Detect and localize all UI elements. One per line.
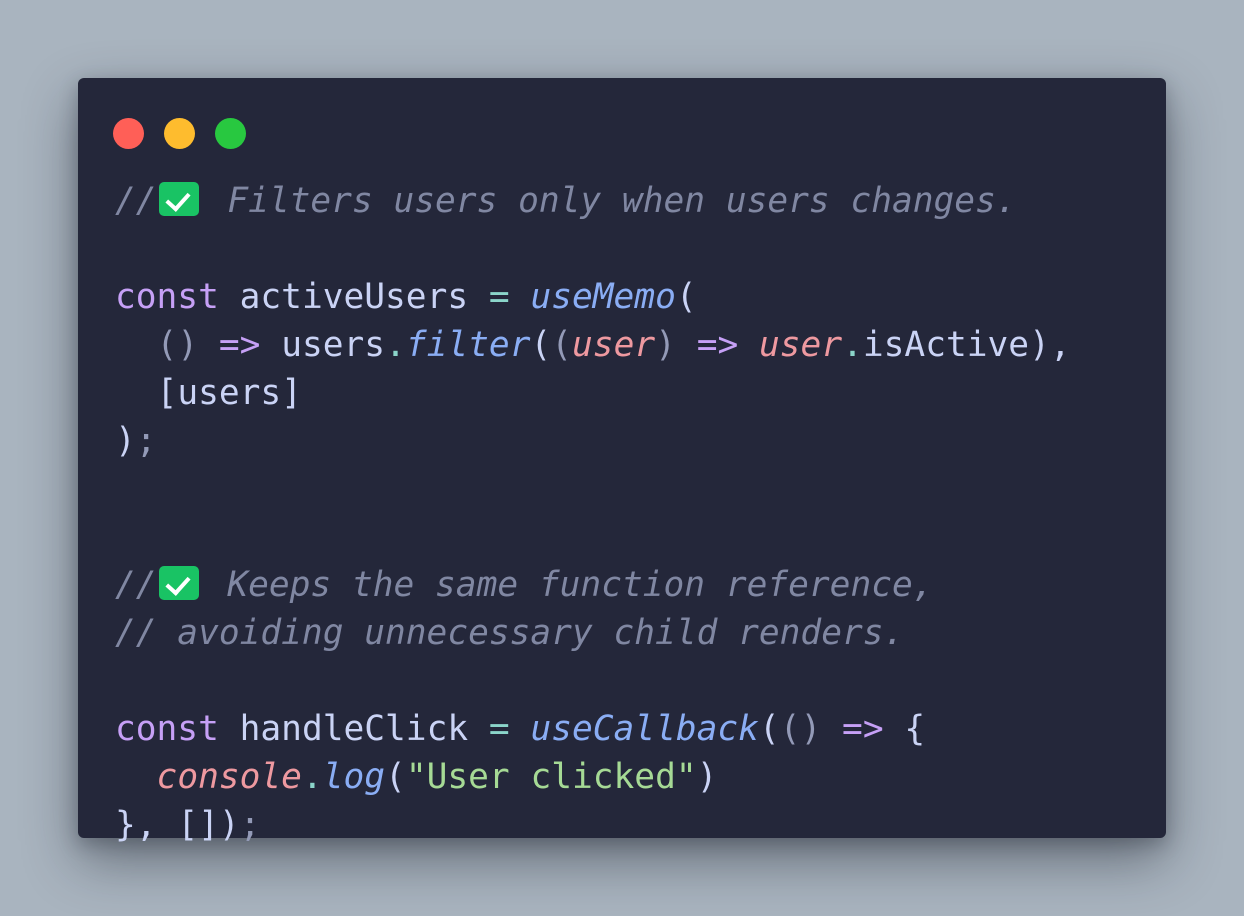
check-mark-icon-2 bbox=[158, 566, 199, 600]
code-line-5: [users] bbox=[115, 369, 1071, 417]
code-line-12: const handleClick = useCallback(() => { bbox=[115, 705, 1071, 753]
keyword-const-2: const bbox=[115, 709, 219, 749]
arrow-operator: => bbox=[218, 325, 261, 365]
dot-3: . bbox=[301, 757, 323, 797]
close-paren-last: ) bbox=[218, 805, 240, 845]
comment-text: Filters users only when users changes. bbox=[206, 181, 1017, 221]
close-paren-final: ) bbox=[115, 421, 136, 461]
punctuation-open-paren: ( bbox=[675, 277, 697, 317]
semicolon: ; bbox=[135, 421, 157, 461]
identifier-handleClick: handleClick bbox=[218, 709, 489, 749]
string-user-clicked: "User clicked" bbox=[405, 757, 697, 797]
arrow-params: () bbox=[156, 325, 199, 365]
paren-open: ( bbox=[530, 325, 552, 365]
identifier-activeUsers: activeUsers bbox=[218, 277, 489, 317]
indent-3 bbox=[115, 757, 157, 797]
close-paren-comma: ), bbox=[1029, 325, 1071, 365]
code-line-9: // Keeps the same function reference, bbox=[115, 561, 1071, 609]
code-line-10: // avoiding unnecessary child renders. bbox=[115, 609, 1071, 657]
dot: . bbox=[385, 325, 406, 365]
brace-close-comma: }, bbox=[115, 805, 178, 845]
operator-assign: = bbox=[488, 277, 510, 317]
code-line-1: // Filters users only when users changes… bbox=[115, 177, 1071, 225]
code-line-13: console.log("User clicked") bbox=[115, 753, 1071, 801]
close-button[interactable] bbox=[113, 118, 144, 149]
window-controls bbox=[113, 118, 246, 149]
operator-assign-2: = bbox=[488, 709, 510, 749]
function-useMemo: useMemo bbox=[530, 277, 676, 317]
minimize-button[interactable] bbox=[164, 118, 195, 149]
function-filter: filter bbox=[405, 325, 531, 365]
arrow-operator-3: => bbox=[842, 709, 884, 749]
code-line-4: () => users.filter((user) => user.isActi… bbox=[115, 321, 1071, 369]
brace-open: { bbox=[904, 709, 926, 749]
identifier-console: console bbox=[156, 757, 302, 797]
maximize-button[interactable] bbox=[215, 118, 246, 149]
paren-open-inner: ( bbox=[551, 325, 573, 365]
semicolon-2: ; bbox=[239, 805, 261, 845]
paren-close-inner: ) bbox=[655, 325, 676, 365]
paren-close-3: ) bbox=[696, 757, 718, 797]
dot-2: . bbox=[842, 325, 863, 365]
function-useCallback: useCallback bbox=[530, 709, 759, 749]
comment-text-2: Keeps the same function reference, bbox=[206, 565, 934, 605]
keyword-const: const bbox=[115, 277, 219, 317]
indent-2 bbox=[115, 373, 157, 413]
paren-open-2: ( bbox=[758, 709, 780, 749]
code-block: // Filters users only when users changes… bbox=[115, 177, 1071, 849]
property-isActive: isActive bbox=[862, 325, 1030, 365]
paren-open-3: ( bbox=[385, 757, 406, 797]
comment-text-3: // avoiding unnecessary child renders. bbox=[115, 613, 905, 653]
code-line-3: const activeUsers = useMemo( bbox=[115, 273, 1071, 321]
identifier-user: user bbox=[759, 325, 843, 365]
empty-deps: [] bbox=[177, 805, 219, 845]
code-line-14: }, []); bbox=[115, 801, 1071, 849]
code-window: // Filters users only when users changes… bbox=[78, 78, 1166, 845]
deps-array: [users] bbox=[156, 373, 302, 413]
check-mark-icon bbox=[158, 182, 199, 216]
arrow-params-2: () bbox=[779, 709, 822, 749]
comment-prefix-2: // bbox=[115, 565, 157, 605]
arrow-operator-2: => bbox=[696, 325, 739, 365]
identifier-users: users bbox=[281, 325, 386, 365]
param-user: user bbox=[572, 325, 656, 365]
function-log: log bbox=[322, 757, 386, 797]
code-line-6: ); bbox=[115, 417, 1071, 465]
comment-prefix: // bbox=[115, 181, 157, 221]
